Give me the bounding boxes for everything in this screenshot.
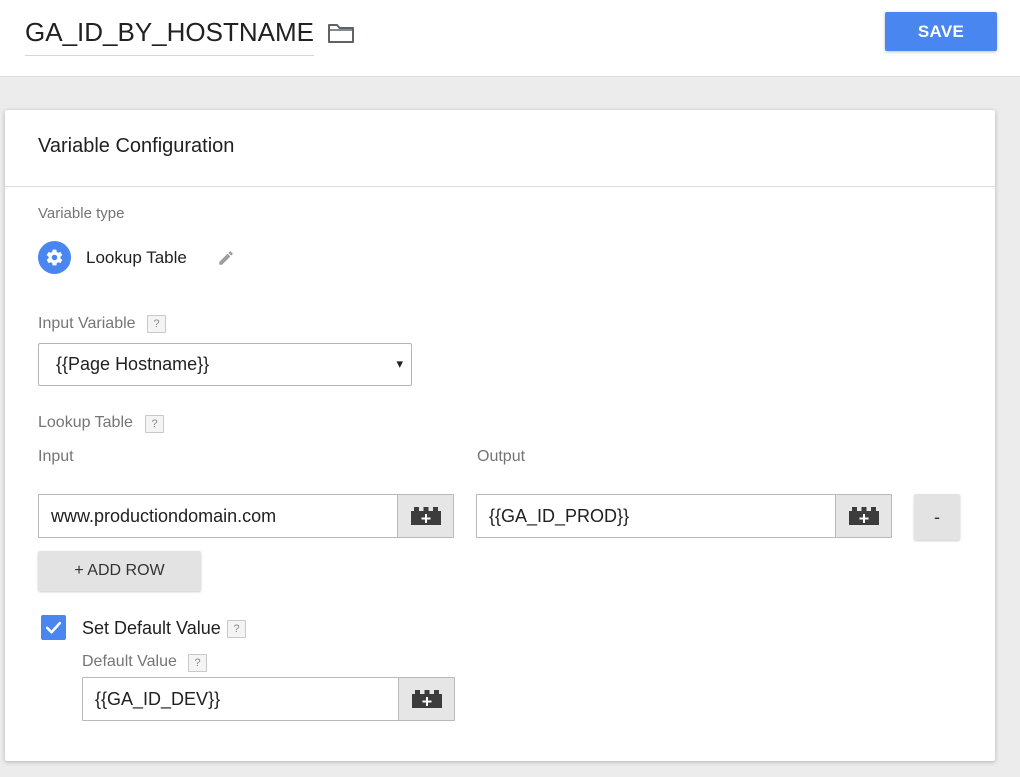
variable-picker-button[interactable]	[397, 495, 453, 537]
gear-icon	[46, 249, 63, 266]
set-default-value-checkbox[interactable]	[41, 615, 66, 640]
card-header: Variable Configuration	[5, 110, 995, 187]
variable-picker-icon	[411, 507, 441, 525]
set-default-value-help-icon[interactable]: ?	[227, 620, 246, 638]
lookup-row-input-field[interactable]: www.productiondomain.com	[38, 494, 454, 538]
add-row-button[interactable]: + ADD ROW	[38, 551, 201, 591]
variable-picker-icon	[849, 507, 879, 525]
variable-name-field[interactable]: GA_ID_BY_HOSTNAME	[25, 14, 314, 56]
variable-picker-button[interactable]	[835, 495, 891, 537]
default-value-label: Default Value	[82, 653, 177, 670]
top-bar: GA_ID_BY_HOSTNAME SAVE	[0, 0, 1020, 77]
save-button[interactable]: SAVE	[885, 12, 997, 51]
input-variable-help-icon[interactable]: ?	[147, 315, 166, 333]
input-column-header: Input	[38, 448, 74, 465]
lookup-table-label: Lookup Table	[38, 414, 133, 431]
default-value-value: {{GA_ID_DEV}}	[95, 689, 221, 709]
variable-type-name[interactable]: Lookup Table	[86, 248, 187, 268]
input-variable-select[interactable]: {{Page Hostname}} ▾	[38, 343, 412, 386]
lookup-row-output-value: {{GA_ID_PROD}}	[489, 506, 630, 526]
variable-type-label: Variable type	[38, 205, 125, 222]
default-value-field[interactable]: {{GA_ID_DEV}}	[82, 677, 455, 721]
input-variable-label: Input Variable	[38, 315, 136, 332]
lookup-row-output-field[interactable]: {{GA_ID_PROD}}	[476, 494, 892, 538]
remove-row-button[interactable]: -	[914, 494, 960, 540]
variable-picker-icon	[412, 690, 442, 708]
set-default-value-label[interactable]: Set Default Value	[82, 618, 221, 639]
lookup-row-input-value: www.productiondomain.com	[51, 506, 277, 526]
default-value-help-icon[interactable]: ?	[188, 654, 207, 672]
card-title: Variable Configuration	[38, 135, 235, 157]
input-variable-selected-value: {{Page Hostname}}	[56, 354, 210, 374]
variable-picker-button[interactable]	[398, 678, 454, 720]
variable-configuration-card: Variable Configuration Variable type Loo…	[5, 110, 995, 761]
output-column-header: Output	[477, 448, 526, 465]
pencil-icon[interactable]	[217, 249, 235, 267]
variable-type-badge[interactable]	[38, 241, 71, 274]
lookup-table-help-icon[interactable]: ?	[145, 415, 164, 433]
dropdown-arrow-icon: ▾	[396, 356, 403, 371]
checkmark-icon	[45, 621, 62, 634]
folder-icon[interactable]	[327, 21, 355, 45]
